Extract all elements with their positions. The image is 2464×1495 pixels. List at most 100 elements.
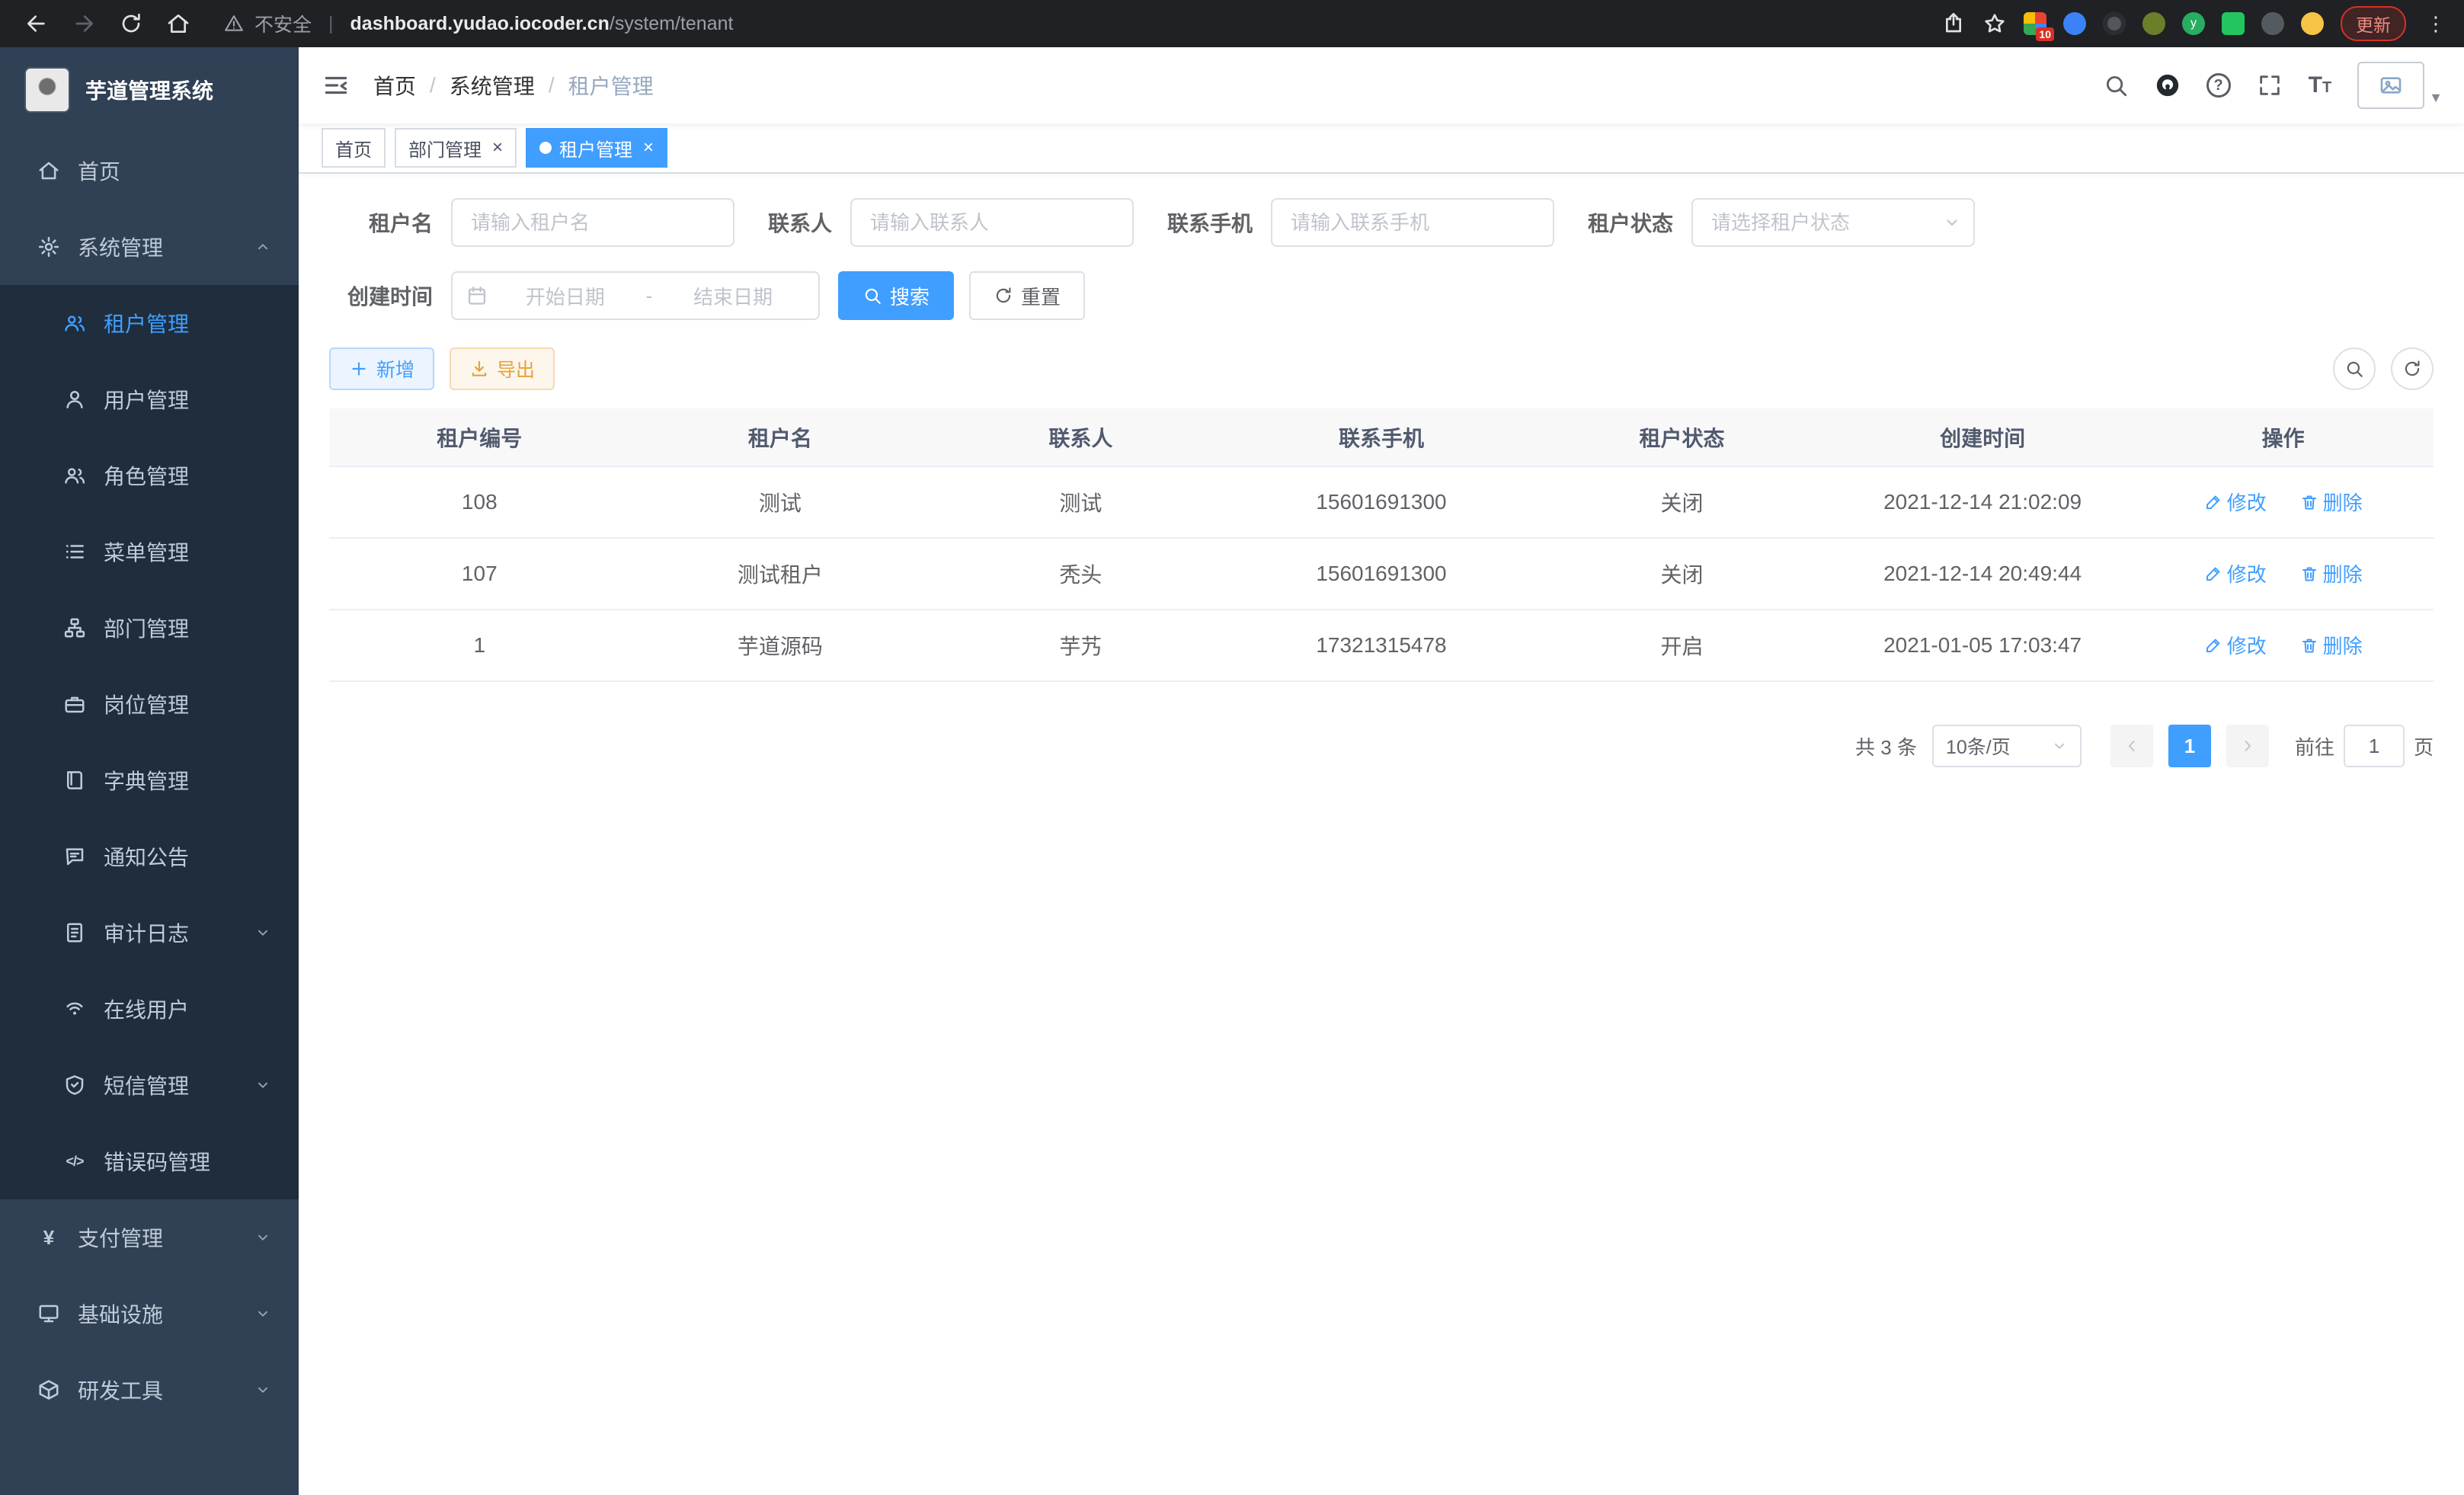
sidebar-item-payment[interactable]: ¥ 支付管理 — [0, 1199, 299, 1276]
sidebar-fold-icon[interactable] — [299, 71, 373, 100]
user-avatar[interactable]: ▼ — [2357, 62, 2443, 109]
sidebar-item-error-code[interactable]: </> 错误码管理 — [0, 1123, 299, 1199]
page-unit-label: 页 — [2414, 732, 2434, 760]
extension-icon-8[interactable] — [2301, 12, 2324, 35]
toggle-search-button[interactable] — [2333, 347, 2376, 390]
extension-icon-4[interactable] — [2142, 12, 2165, 35]
cell-contact: 测试 — [930, 466, 1231, 538]
sidebar-item-label: 租户管理 — [104, 308, 189, 338]
sidebar-item-role[interactable]: 角色管理 — [0, 437, 299, 514]
extension-icon-5[interactable]: y — [2182, 12, 2205, 35]
sidebar-item-label: 字典管理 — [104, 765, 189, 796]
column-header: 联系人 — [930, 408, 1231, 466]
sidebar-item-dict[interactable]: 字典管理 — [0, 742, 299, 818]
browser-update-button[interactable]: 更新 — [2341, 6, 2406, 41]
tab-label: 租户管理 — [559, 135, 632, 162]
extension-icon-6[interactable] — [2222, 12, 2245, 35]
status-select[interactable] — [1691, 198, 1975, 247]
edit-button[interactable]: 修改 — [2204, 488, 2267, 516]
reload-icon[interactable] — [119, 11, 143, 36]
current-page-button[interactable]: 1 — [2168, 725, 2211, 767]
sidebar-item-menu[interactable]: 菜单管理 — [0, 514, 299, 590]
share-icon[interactable] — [1941, 11, 1966, 36]
goto-label: 前往 — [2295, 732, 2334, 760]
pagination: 共 3 条 10条/页 1 前往 页 — [329, 725, 2434, 767]
sidebar-item-online-user[interactable]: 在线用户 — [0, 971, 299, 1047]
breadcrumb-system[interactable]: 系统管理 — [450, 70, 535, 101]
browser-home-icon[interactable] — [166, 11, 190, 36]
sidebar-item-home[interactable]: 首页 — [0, 133, 299, 209]
sidebar-item-sms[interactable]: 短信管理 — [0, 1047, 299, 1123]
address-bar[interactable]: 不安全 | dashboard.yudao.iocoder.cn/system/… — [224, 10, 733, 37]
page-size-select[interactable]: 10条/页 — [1932, 725, 2082, 767]
sidebar-item-post[interactable]: 岗位管理 — [0, 666, 299, 742]
tenant-name-input[interactable] — [451, 198, 734, 247]
edit-button[interactable]: 修改 — [2204, 559, 2267, 587]
search-button[interactable]: 搜索 — [838, 271, 954, 320]
column-header: 联系手机 — [1231, 408, 1532, 466]
extension-badge: 10 — [2036, 27, 2054, 41]
browser-menu-icon[interactable]: ⋮ — [2423, 12, 2449, 36]
add-button[interactable]: 新增 — [329, 347, 434, 390]
sidebar-item-label: 岗位管理 — [104, 689, 189, 719]
delete-button[interactable]: 删除 — [2300, 488, 2363, 516]
shield-icon — [62, 1073, 87, 1097]
extension-icon-7[interactable] — [2261, 12, 2284, 35]
sidebar-item-audit-log[interactable]: 审计日志 — [0, 895, 299, 971]
sidebar-item-devtools[interactable]: 研发工具 — [0, 1352, 299, 1428]
edit-icon — [2204, 636, 2222, 655]
date-range-picker[interactable]: 开始日期 - 结束日期 — [451, 271, 820, 320]
forward-icon[interactable] — [72, 11, 96, 36]
sidebar-item-label: 在线用户 — [104, 994, 189, 1024]
close-icon[interactable]: × — [643, 139, 654, 157]
chevron-up-icon — [254, 238, 271, 255]
plus-icon — [349, 359, 369, 379]
refresh-icon — [994, 286, 1013, 306]
delete-button[interactable]: 删除 — [2300, 631, 2363, 659]
sidebar-item-infra[interactable]: 基础设施 — [0, 1276, 299, 1352]
edit-icon — [2204, 565, 2222, 583]
goto-page-input[interactable] — [2344, 725, 2405, 767]
back-icon[interactable] — [24, 11, 49, 36]
contact-input[interactable] — [850, 198, 1134, 247]
column-header: 租户状态 — [1531, 408, 1832, 466]
sidebar-item-notice[interactable]: 通知公告 — [0, 818, 299, 895]
bookmark-star-icon[interactable] — [1982, 11, 2007, 36]
sidebar-item-user[interactable]: 用户管理 — [0, 361, 299, 437]
refresh-button[interactable] — [2391, 347, 2434, 390]
prev-page-button[interactable] — [2110, 725, 2153, 767]
extension-icon-1[interactable]: 10 — [2024, 12, 2046, 35]
column-header: 创建时间 — [1832, 408, 2133, 466]
breadcrumb-home[interactable]: 首页 — [373, 70, 416, 101]
extension-icon-3[interactable] — [2103, 12, 2126, 35]
browser-chrome: 不安全 | dashboard.yudao.iocoder.cn/system/… — [0, 0, 2464, 47]
tab-label: 首页 — [335, 135, 372, 162]
extension-icon-2[interactable] — [2063, 12, 2086, 35]
help-icon[interactable]: ? — [2206, 73, 2231, 98]
sidebar-logo: 芋道管理系统 — [0, 47, 299, 133]
sidebar-item-tenant[interactable]: 租户管理 — [0, 285, 299, 361]
search-icon[interactable] — [2103, 72, 2129, 98]
sidebar-item-label: 部门管理 — [104, 613, 189, 643]
sidebar-menu: 首页 系统管理 租户管理 用户管理 角色管理 — [0, 133, 299, 1495]
sidebar-item-system[interactable]: 系统管理 — [0, 209, 299, 285]
chevron-down-icon — [254, 1381, 271, 1398]
edit-button[interactable]: 修改 — [2204, 631, 2267, 659]
export-button[interactable]: 导出 — [450, 347, 555, 390]
font-size-icon[interactable]: TT — [2309, 72, 2332, 98]
tab-home[interactable]: 首页 — [322, 128, 386, 168]
tab-dept[interactable]: 部门管理 × — [395, 128, 517, 168]
sidebar-item-dept[interactable]: 部门管理 — [0, 590, 299, 666]
tab-tenant[interactable]: 租户管理 × — [526, 128, 667, 168]
chevron-down-icon — [254, 1077, 271, 1093]
github-icon[interactable] — [2155, 72, 2181, 98]
roles-icon — [62, 463, 87, 488]
date-separator: - — [643, 284, 656, 308]
fullscreen-icon[interactable] — [2257, 72, 2283, 98]
phone-input[interactable] — [1271, 198, 1554, 247]
close-icon[interactable]: × — [492, 139, 503, 157]
delete-button[interactable]: 删除 — [2300, 559, 2363, 587]
address-separator: | — [328, 13, 334, 35]
reset-button[interactable]: 重置 — [969, 271, 1085, 320]
next-page-button[interactable] — [2226, 725, 2269, 767]
